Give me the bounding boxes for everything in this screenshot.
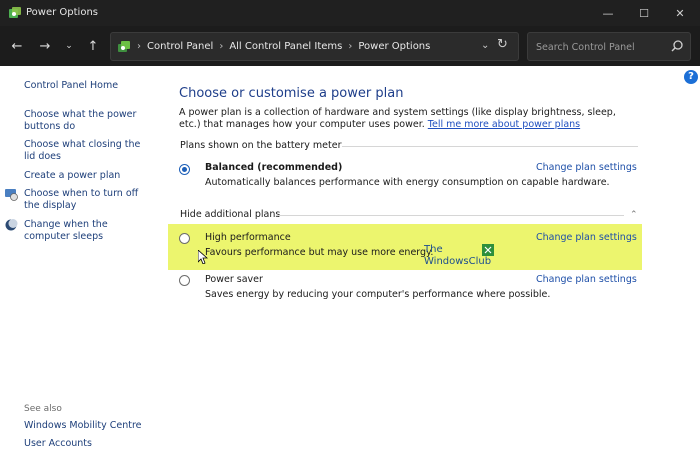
refresh-icon[interactable]: ↻ [497,37,508,52]
control-panel-icon [118,41,130,52]
section-divider [342,146,638,147]
main-panel: Choose or customise a power plan A power… [168,66,700,467]
breadcrumb-all-items[interactable]: All Control Panel Items [229,41,342,52]
see-also-label: See also [24,404,62,414]
sidebar-link-create-plan[interactable]: Create a power plan [24,170,120,182]
collapse-chevron-icon[interactable]: ⌃ [630,210,638,220]
sidebar-link-home[interactable]: Control Panel Home [24,80,118,92]
sidebar-link-power-buttons[interactable]: Choose what the power buttons do [24,109,139,133]
up-button[interactable]: ↑ [84,37,102,55]
plan-name-balanced[interactable]: Balanced (recommended) [205,162,342,173]
page-title: Choose or customise a power plan [179,86,404,101]
battery-meter-section-label: Plans shown on the battery meter [180,140,342,151]
learn-more-link[interactable]: Tell me more about power plans [428,119,580,130]
windowsclub-logo-icon [482,244,494,256]
additional-plans-section-label[interactable]: Hide additional plans [180,209,280,220]
radio-balanced[interactable] [179,164,190,175]
back-button[interactable]: ← [8,37,26,55]
breadcrumb-chevron-icon: › [137,41,141,52]
title-bar: Power Options — ☐ ✕ [0,0,700,26]
search-box[interactable] [527,32,691,61]
search-icon[interactable] [670,39,684,53]
breadcrumb-control-panel[interactable]: Control Panel [147,41,213,52]
sidebar-link-mobility-centre[interactable]: Windows Mobility Centre [24,420,142,432]
minimize-button[interactable]: — [590,0,626,26]
content-area: Control Panel Home Choose what the power… [0,66,700,467]
breadcrumb: › Control Panel › All Control Panel Item… [137,41,430,52]
search-input[interactable] [536,39,666,55]
sidebar-link-turn-off-display[interactable]: Choose when to turn off the display [24,188,149,212]
breadcrumb-chevron-icon: › [348,41,353,52]
plan-name-power-saver[interactable]: Power saver [205,274,263,285]
plan-name-high-performance[interactable]: High performance [205,232,291,243]
help-icon[interactable]: ? [684,70,698,84]
display-icon [5,189,18,201]
change-plan-settings-high-performance[interactable]: Change plan settings [536,232,637,243]
forward-button[interactable]: → [36,37,54,55]
page-description: A power plan is a collection of hardware… [179,107,639,131]
recent-locations-button[interactable]: ⌄ [60,37,78,55]
plan-desc-power-saver: Saves energy by reducing your computer's… [205,289,551,300]
radio-high-performance[interactable] [179,233,190,244]
sidebar-link-user-accounts[interactable]: User Accounts [24,438,92,450]
sidebar: Control Panel Home Choose what the power… [0,66,155,467]
sidebar-link-closing-lid[interactable]: Choose what closing the lid does [24,139,144,163]
plan-desc-balanced: Automatically balances performance with … [205,177,610,188]
watermark-line1: The [424,244,443,255]
address-field[interactable]: › Control Panel › All Control Panel Item… [110,32,519,61]
mouse-cursor-icon [198,250,208,264]
maximize-button[interactable]: ☐ [626,0,662,26]
radio-power-saver[interactable] [179,275,190,286]
power-options-icon [9,7,21,18]
address-bar: ← → ⌄ ↑ › Control Panel › All Control Pa… [0,26,700,66]
close-button[interactable]: ✕ [662,0,698,26]
change-plan-settings-power-saver[interactable]: Change plan settings [536,274,637,285]
moon-icon [5,219,18,231]
sidebar-link-computer-sleeps[interactable]: Change when the computer sleeps [24,219,149,243]
watermark-line2: WindowsClub [424,256,492,267]
breadcrumb-power-options[interactable]: Power Options [358,41,430,52]
plan-desc-high-performance: Favours performance but may use more ene… [205,247,434,258]
address-dropdown-icon[interactable]: ⌄ [481,40,489,51]
watermark: The WindowsClub [424,244,504,272]
window-title: Power Options [26,7,98,18]
change-plan-settings-balanced[interactable]: Change plan settings [536,162,637,173]
section-divider [276,215,624,216]
breadcrumb-chevron-icon: › [219,41,224,52]
